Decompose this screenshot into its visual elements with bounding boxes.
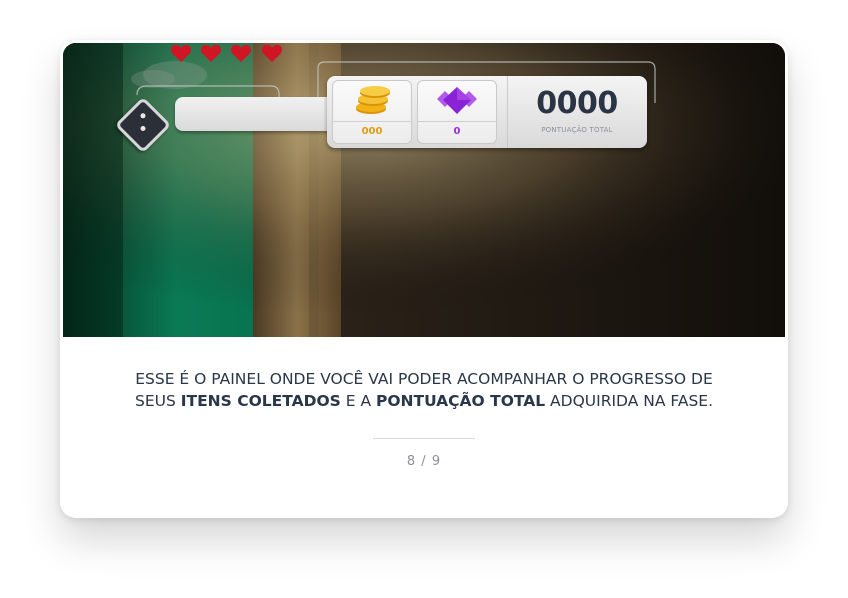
- gems-count: 0: [453, 126, 461, 137]
- caption-line-2: SEUS ITENS COLETADOS E A PONTUAÇÃO TOTAL…: [100, 390, 748, 412]
- tutorial-card: 000 0 0000 PONTUAÇÃO TOTAL ESSE É O PAIN…: [60, 40, 788, 518]
- caption-line-1: ESSE É O PAINEL ONDE VOCÊ VAI PODER ACOM…: [135, 370, 713, 388]
- caption-bold-items: ITENS COLETADOS: [180, 392, 341, 410]
- total-score-label: PONTUAÇÃO TOTAL: [541, 126, 613, 134]
- caption-bold-score: PONTUAÇÃO TOTAL: [375, 392, 546, 410]
- caption-text: E A: [340, 392, 376, 410]
- divider: [373, 438, 475, 439]
- heart-icon: [230, 44, 252, 63]
- gem-icon: [437, 87, 477, 114]
- game-scene-image: 000 0 0000 PONTUAÇÃO TOTAL: [63, 43, 785, 337]
- coins-count: 000: [361, 126, 383, 137]
- gems-slot: 0: [417, 80, 497, 144]
- tutorial-caption: ESSE É O PAINEL ONDE VOCÊ VAI PODER ACOM…: [100, 368, 748, 412]
- total-score-value: 0000: [536, 86, 618, 121]
- caption-text: SEUS: [134, 392, 181, 410]
- page-indicator: 8 / 9: [406, 454, 442, 469]
- coins-slot: 000: [332, 80, 412, 144]
- score-panel: 000 0 0000 PONTUAÇÃO TOTAL: [327, 76, 647, 148]
- caption-text: ADQUIRIDA NA FASE.: [545, 392, 714, 410]
- heart-icon: [261, 44, 283, 63]
- heart-icon: [200, 44, 222, 63]
- coins-icon: [356, 86, 390, 114]
- heart-icon: [170, 44, 192, 63]
